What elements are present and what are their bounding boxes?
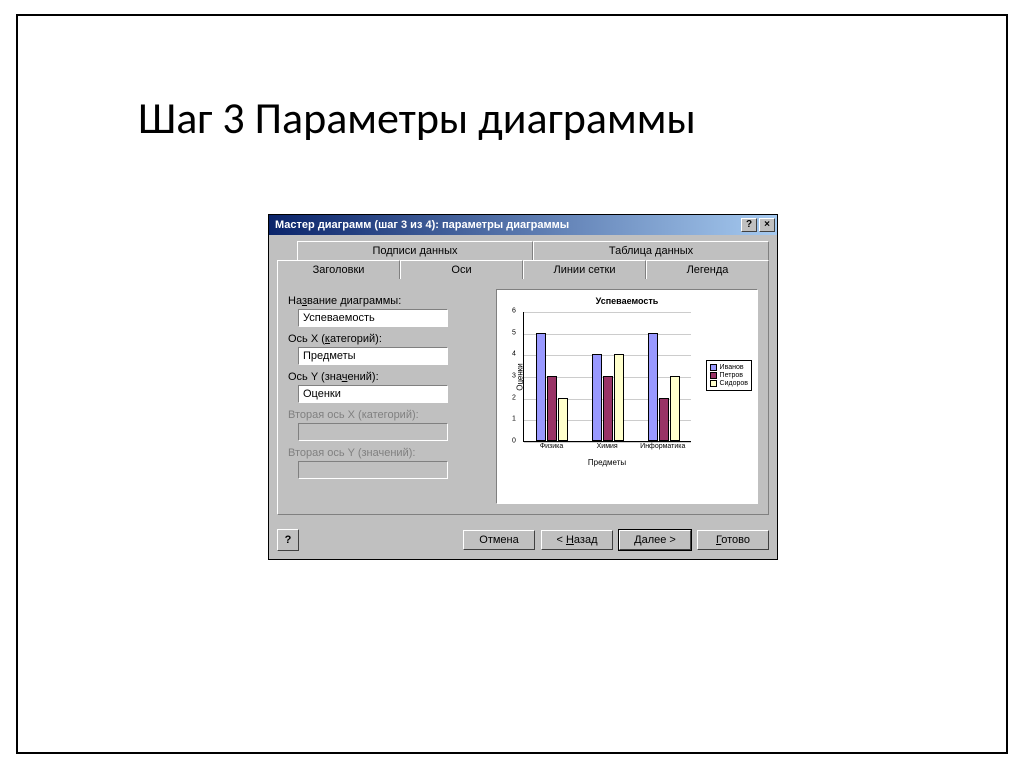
- y-tick: 6: [512, 308, 516, 315]
- legend-item: Сидоров: [710, 380, 748, 387]
- x-tick: Химия: [580, 441, 635, 450]
- bar: [648, 333, 658, 441]
- axis-y2-input: [298, 461, 448, 479]
- axis-x2-input: [298, 423, 448, 441]
- slide-title: Шаг 3 Параметры диаграммы: [138, 91, 696, 145]
- tab-gridlines[interactable]: Линии сетки: [523, 260, 646, 279]
- y-tick: 2: [512, 394, 516, 401]
- axis-y2-label: Вторая ось Y (значений):: [288, 447, 488, 459]
- legend-item: Иванов: [710, 364, 748, 371]
- bar: [614, 354, 624, 441]
- x-tick: Информатика: [635, 441, 690, 450]
- axis-x-input[interactable]: [298, 347, 448, 365]
- legend-swatch: [710, 380, 717, 387]
- axis-y-input[interactable]: [298, 385, 448, 403]
- y-tick: 3: [512, 373, 516, 380]
- chart-preview: Успеваемость Оценки 0123456ФизикаХимияИн…: [496, 289, 758, 504]
- dialog-body: Подписи данных Таблица данных Заголовки …: [269, 235, 777, 523]
- tab-data-labels[interactable]: Подписи данных: [297, 241, 533, 260]
- bar: [547, 376, 557, 441]
- axis-x-label: Ось X (категорий):: [288, 333, 488, 345]
- chart-title-label: Название диаграммы:: [288, 295, 488, 307]
- y-axis-label: Оценки: [515, 363, 524, 391]
- help-titlebar-button[interactable]: ?: [741, 218, 757, 232]
- axis-y-label: Ось Y (значений):: [288, 371, 488, 383]
- bar: [536, 333, 546, 441]
- bar: [558, 398, 568, 441]
- chart-legend: ИвановПетровСидоров: [706, 360, 752, 391]
- chart-wizard-dialog: Мастер диаграмм (шаг 3 из 4): параметры …: [268, 214, 778, 560]
- form-column: Название диаграммы: Ось X (категорий): О…: [288, 289, 488, 504]
- x-tick: Физика: [524, 441, 579, 450]
- axis-x2-label: Вторая ось X (категорий):: [288, 409, 488, 421]
- tab-axes[interactable]: Оси: [400, 260, 523, 279]
- chart-title-input[interactable]: [298, 309, 448, 327]
- finish-button[interactable]: Готово: [697, 530, 769, 550]
- tab-content: Название диаграммы: Ось X (категорий): О…: [277, 279, 769, 515]
- titlebar: Мастер диаграмм (шаг 3 из 4): параметры …: [269, 215, 777, 235]
- cancel-button[interactable]: Отмена: [463, 530, 535, 550]
- tab-row-front: Заголовки Оси Линии сетки Легенда: [277, 260, 769, 279]
- tab-row-back: Подписи данных Таблица данных: [297, 241, 769, 260]
- legend-label: Иванов: [720, 364, 744, 371]
- legend-label: Петров: [720, 372, 743, 379]
- bar-group: [583, 354, 633, 441]
- tab-titles[interactable]: Заголовки: [277, 260, 400, 279]
- y-tick: 5: [512, 329, 516, 336]
- button-row: ? Отмена < Назад Далее > Готово: [269, 523, 777, 559]
- slide-frame: Шаг 3 Параметры диаграммы Мастер диаграм…: [16, 14, 1008, 754]
- chart-plot-area: Оценки 0123456ФизикаХимияИнформатика: [523, 312, 691, 442]
- bar: [603, 376, 613, 441]
- back-button[interactable]: < Назад: [541, 530, 613, 550]
- tab-data-table[interactable]: Таблица данных: [533, 241, 769, 260]
- y-tick: 1: [512, 416, 516, 423]
- legend-item: Петров: [710, 372, 748, 379]
- legend-swatch: [710, 372, 717, 379]
- y-tick: 0: [512, 438, 516, 445]
- preview-chart-title: Успеваемость: [503, 296, 751, 306]
- bar-group: [639, 333, 689, 441]
- gridline: [524, 312, 691, 313]
- bar: [592, 354, 602, 441]
- legend-label: Сидоров: [720, 380, 748, 387]
- tab-legend[interactable]: Легенда: [646, 260, 769, 279]
- bar: [670, 376, 680, 441]
- titlebar-text: Мастер диаграмм (шаг 3 из 4): параметры …: [275, 219, 739, 231]
- legend-swatch: [710, 364, 717, 371]
- x-axis-label: Предметы: [523, 458, 691, 467]
- y-tick: 4: [512, 351, 516, 358]
- bar-group: [527, 333, 577, 441]
- bar: [659, 398, 669, 441]
- help-button[interactable]: ?: [277, 529, 299, 551]
- close-button[interactable]: ×: [759, 218, 775, 232]
- next-button[interactable]: Далее >: [619, 530, 691, 550]
